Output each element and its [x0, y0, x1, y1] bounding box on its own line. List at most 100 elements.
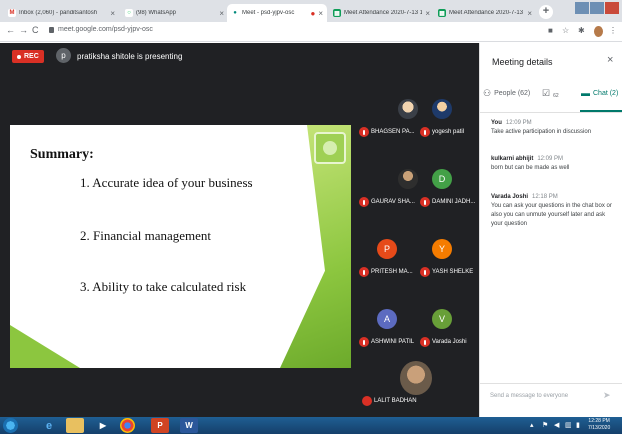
- message-sender: kulkarni abhijit: [491, 156, 534, 162]
- tab-label: People (62): [494, 90, 531, 97]
- close-icon[interactable]: ×: [425, 9, 430, 18]
- message-header: Varada Joshi 12:18 PM: [491, 193, 617, 202]
- minimize-button[interactable]: [575, 2, 589, 14]
- divider: [480, 112, 622, 113]
- star-icon[interactable]: ☆: [562, 26, 569, 35]
- lock-icon: [49, 27, 54, 33]
- menu-icon[interactable]: ⋮: [609, 26, 617, 35]
- participant-avatar: P: [377, 239, 397, 259]
- start-button[interactable]: [3, 418, 18, 433]
- message-body: You can ask your questions in the chat b…: [491, 203, 612, 227]
- tab-count: 62: [553, 92, 559, 99]
- window-controls: [575, 2, 619, 14]
- volume-icon[interactable]: ◀: [554, 421, 559, 429]
- close-window-button[interactable]: [605, 2, 619, 14]
- chat-message: You 12:09 PM Take active participation i…: [491, 119, 617, 137]
- participant-name: YASH SHELKE: [432, 269, 474, 275]
- flag-icon[interactable]: ⚑: [542, 421, 548, 429]
- camera-icon[interactable]: ■: [548, 26, 553, 35]
- browser-tab-attendance-1[interactable]: ▦ Meet Attendance 2020-7-13 1 ×: [329, 4, 434, 22]
- close-icon[interactable]: ×: [607, 54, 613, 66]
- participant-name: BHAGSEN PA...: [371, 129, 415, 135]
- self-video-tile[interactable]: LALIT BADHAN: [362, 361, 442, 413]
- profile-avatar[interactable]: [594, 26, 603, 37]
- windows-taskbar: e ▶ P W ▴ ⚑ ◀ ▥ ▮ 12:28 PM 7/13/2020: [0, 417, 622, 434]
- tab-label: Meet - psd-yjpv-osc: [242, 10, 295, 16]
- message-header: You 12:09 PM: [491, 119, 617, 128]
- maximize-button[interactable]: [590, 2, 604, 14]
- address-bar: ← → C meet.google.com/psd-yjpv-osc ■ ☆ ✱…: [0, 22, 622, 42]
- participant-avatar: D: [432, 169, 452, 189]
- powerpoint-icon[interactable]: P: [151, 418, 169, 433]
- close-icon[interactable]: ×: [318, 9, 323, 18]
- browser-tab-gmail[interactable]: M Inbox (2,060) - panditsantosh ×: [4, 4, 119, 22]
- forward-arrow-icon[interactable]: →: [19, 25, 28, 35]
- participant-name: yogesh patil: [432, 129, 465, 135]
- new-tab-button[interactable]: +: [539, 5, 553, 19]
- message-body: Take active participation in discussion: [491, 129, 592, 135]
- tab-label: (98) WhatsApp: [136, 10, 177, 16]
- participant-name-row: LALIT BADHAN: [362, 396, 417, 406]
- chat-message-input[interactable]: Send a message to everyone: [490, 393, 568, 399]
- mic-muted-icon: [420, 127, 430, 137]
- mic-muted-icon: [359, 337, 369, 347]
- mic-muted-icon: [420, 337, 430, 347]
- participant-avatar: Y: [432, 239, 452, 259]
- browser-tab-whatsapp[interactable]: ○ (98) WhatsApp ×: [121, 4, 228, 22]
- tab-chat[interactable]: ▬ Chat (2): [581, 88, 618, 98]
- ie-icon[interactable]: e: [40, 418, 58, 433]
- network-icon[interactable]: ▥: [565, 421, 572, 429]
- participant-avatar: A: [377, 309, 397, 329]
- clock-date: 7/13/2020: [588, 425, 611, 431]
- tab-label: Inbox (2,060) - panditsantosh: [19, 10, 98, 16]
- participant-avatar: V: [432, 309, 452, 329]
- clock-time: 12:28 PM: [588, 418, 610, 424]
- sheets-icon: ▦: [438, 9, 446, 17]
- tab-people[interactable]: ⚇ People (62): [483, 88, 530, 99]
- tab-label: Meet Attendance 2020-7-13 1: [344, 10, 423, 16]
- meet-icon: ●: [231, 9, 239, 17]
- browser-tab-strip: M Inbox (2,060) - panditsantosh × ○ (98)…: [0, 0, 622, 22]
- mic-muted-icon: [359, 267, 369, 277]
- message-header: kulkarni abhijit 12:09 PM: [491, 155, 617, 164]
- mic-muted-icon: [359, 127, 369, 137]
- media-player-icon[interactable]: ▶: [94, 418, 112, 433]
- gmail-icon: M: [8, 9, 16, 17]
- mic-muted-icon: [420, 197, 430, 207]
- participant-name: Varada Joshi: [432, 339, 467, 345]
- tab-attendance[interactable]: ☑ 62: [542, 88, 559, 99]
- back-arrow-icon[interactable]: ←: [6, 25, 15, 35]
- chrome-icon[interactable]: [120, 418, 135, 433]
- presenter-status: pratiksha shitole is presenting: [77, 52, 183, 61]
- presented-slide: Summary: 1. Accurate idea of your busine…: [10, 125, 351, 368]
- meet-top-bar: REC p pratiksha shitole is presenting: [0, 43, 479, 69]
- url-field[interactable]: meet.google.com/psd-yjpv-osc: [58, 26, 153, 33]
- close-icon[interactable]: ×: [110, 9, 115, 18]
- chat-icon: ▬: [581, 88, 590, 98]
- record-dot-icon: [17, 54, 21, 59]
- participant-photo: [432, 99, 452, 119]
- recording-dot-icon: ●: [310, 8, 316, 18]
- rec-label: REC: [24, 53, 39, 60]
- participant-name: ASHWINI PATIL: [371, 339, 415, 345]
- whatsapp-icon: ○: [125, 9, 133, 17]
- browser-tab-attendance-2[interactable]: ▦ Meet Attendance 2020-7-13 1 ×: [434, 4, 536, 22]
- browser-tab-meet[interactable]: ● Meet - psd-yjpv-osc ● ×: [227, 4, 327, 22]
- send-icon[interactable]: ➤: [603, 390, 611, 401]
- tray-arrow-icon[interactable]: ▴: [530, 421, 534, 429]
- word-icon[interactable]: W: [180, 418, 198, 433]
- slide-point: 1. Accurate idea of your business: [80, 175, 253, 190]
- participant-name: GAURAV SHA...: [371, 199, 415, 205]
- close-icon[interactable]: ×: [219, 9, 224, 18]
- folder-icon[interactable]: [66, 418, 84, 433]
- mic-muted-icon: [420, 267, 430, 277]
- close-icon[interactable]: ×: [527, 9, 532, 18]
- extension-icon[interactable]: ✱: [578, 26, 585, 35]
- checkbox-icon: ☑: [542, 88, 551, 98]
- mic-muted-icon: [359, 197, 369, 207]
- slide-decoration: [10, 325, 80, 368]
- reload-icon[interactable]: C: [32, 25, 39, 35]
- battery-icon[interactable]: ▮: [576, 421, 580, 429]
- system-clock[interactable]: 12:28 PM 7/13/2020: [588, 418, 610, 432]
- mic-muted-icon: [362, 396, 372, 406]
